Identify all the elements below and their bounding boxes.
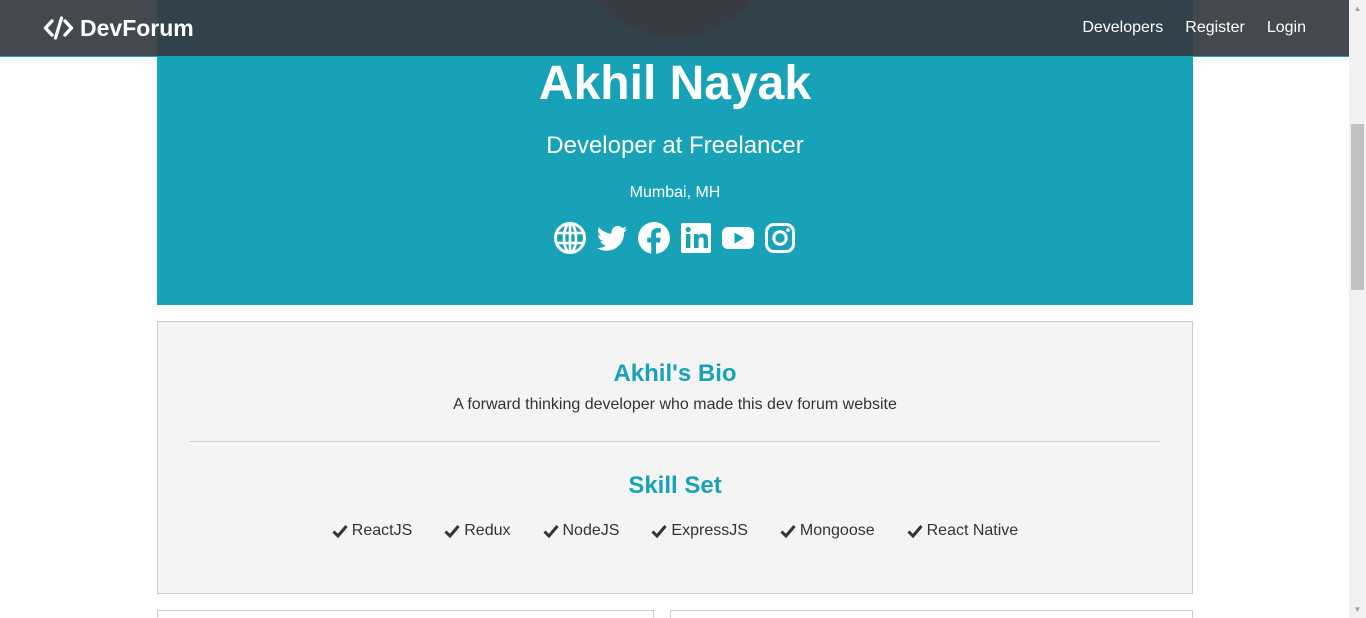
globe-icon[interactable] [553, 221, 587, 255]
skill-item: ReactJS [332, 522, 412, 540]
twitter-icon[interactable] [595, 221, 629, 255]
profile-name: Akhil Nayak [538, 57, 812, 110]
bio-text: A forward thinking developer who made th… [453, 396, 897, 413]
check-icon [542, 525, 559, 538]
skills-list: ReactJS Redux NodeJS ExpressJS Mongoose [158, 522, 1192, 540]
nav-links: Developers Register Login [1082, 19, 1306, 37]
skill-label: React Native [926, 522, 1019, 539]
education-card [670, 610, 1193, 618]
profile-location: Mumbai, MH [629, 184, 721, 201]
brand-name: DevForum [80, 14, 194, 41]
check-icon [651, 525, 668, 538]
scrollbar-thumb[interactable] [1351, 124, 1364, 290]
skill-item: React Native [907, 522, 1019, 540]
scrollbar[interactable]: ▲ ▼ [1349, 0, 1366, 618]
bio-title: Akhil's Bio [613, 360, 737, 387]
skill-item: Mongoose [780, 522, 875, 540]
code-icon [43, 16, 74, 40]
skill-label: Redux [464, 522, 511, 539]
nav-link-login[interactable]: Login [1267, 19, 1306, 37]
experience-card [157, 610, 654, 618]
social-links [157, 221, 1193, 255]
check-icon [444, 525, 460, 538]
scroll-up-icon[interactable]: ▲ [1349, 0, 1366, 17]
youtube-icon[interactable] [721, 221, 755, 255]
check-icon [780, 525, 796, 538]
nav-link-register[interactable]: Register [1185, 19, 1245, 37]
check-icon [907, 525, 923, 538]
nav-link-developers[interactable]: Developers [1082, 19, 1163, 37]
check-icon [332, 525, 348, 538]
navbar: DevForum Developers Register Login [0, 0, 1349, 57]
skill-item: NodeJS [542, 522, 620, 540]
linkedin-icon[interactable] [679, 221, 713, 255]
skill-label: Mongoose [799, 522, 875, 539]
about-section: Akhil's Bio A forward thinking developer… [157, 321, 1193, 594]
skill-label: ExpressJS [671, 522, 748, 539]
skill-item: ExpressJS [651, 522, 748, 540]
facebook-icon[interactable] [637, 221, 671, 255]
skills-title: Skill Set [628, 472, 722, 499]
instagram-icon[interactable] [763, 221, 797, 255]
scroll-down-icon[interactable]: ▼ [1349, 601, 1366, 618]
skill-label: ReactJS [351, 522, 413, 539]
skill-item: Redux [444, 522, 511, 540]
skill-label: NodeJS [562, 522, 620, 539]
page: Akhil Nayak Developer at Freelancer Mumb… [0, 0, 1366, 618]
profile-title: Developer at Freelancer [546, 132, 804, 159]
brand-link[interactable]: DevForum [43, 15, 194, 42]
divider [190, 441, 1160, 442]
